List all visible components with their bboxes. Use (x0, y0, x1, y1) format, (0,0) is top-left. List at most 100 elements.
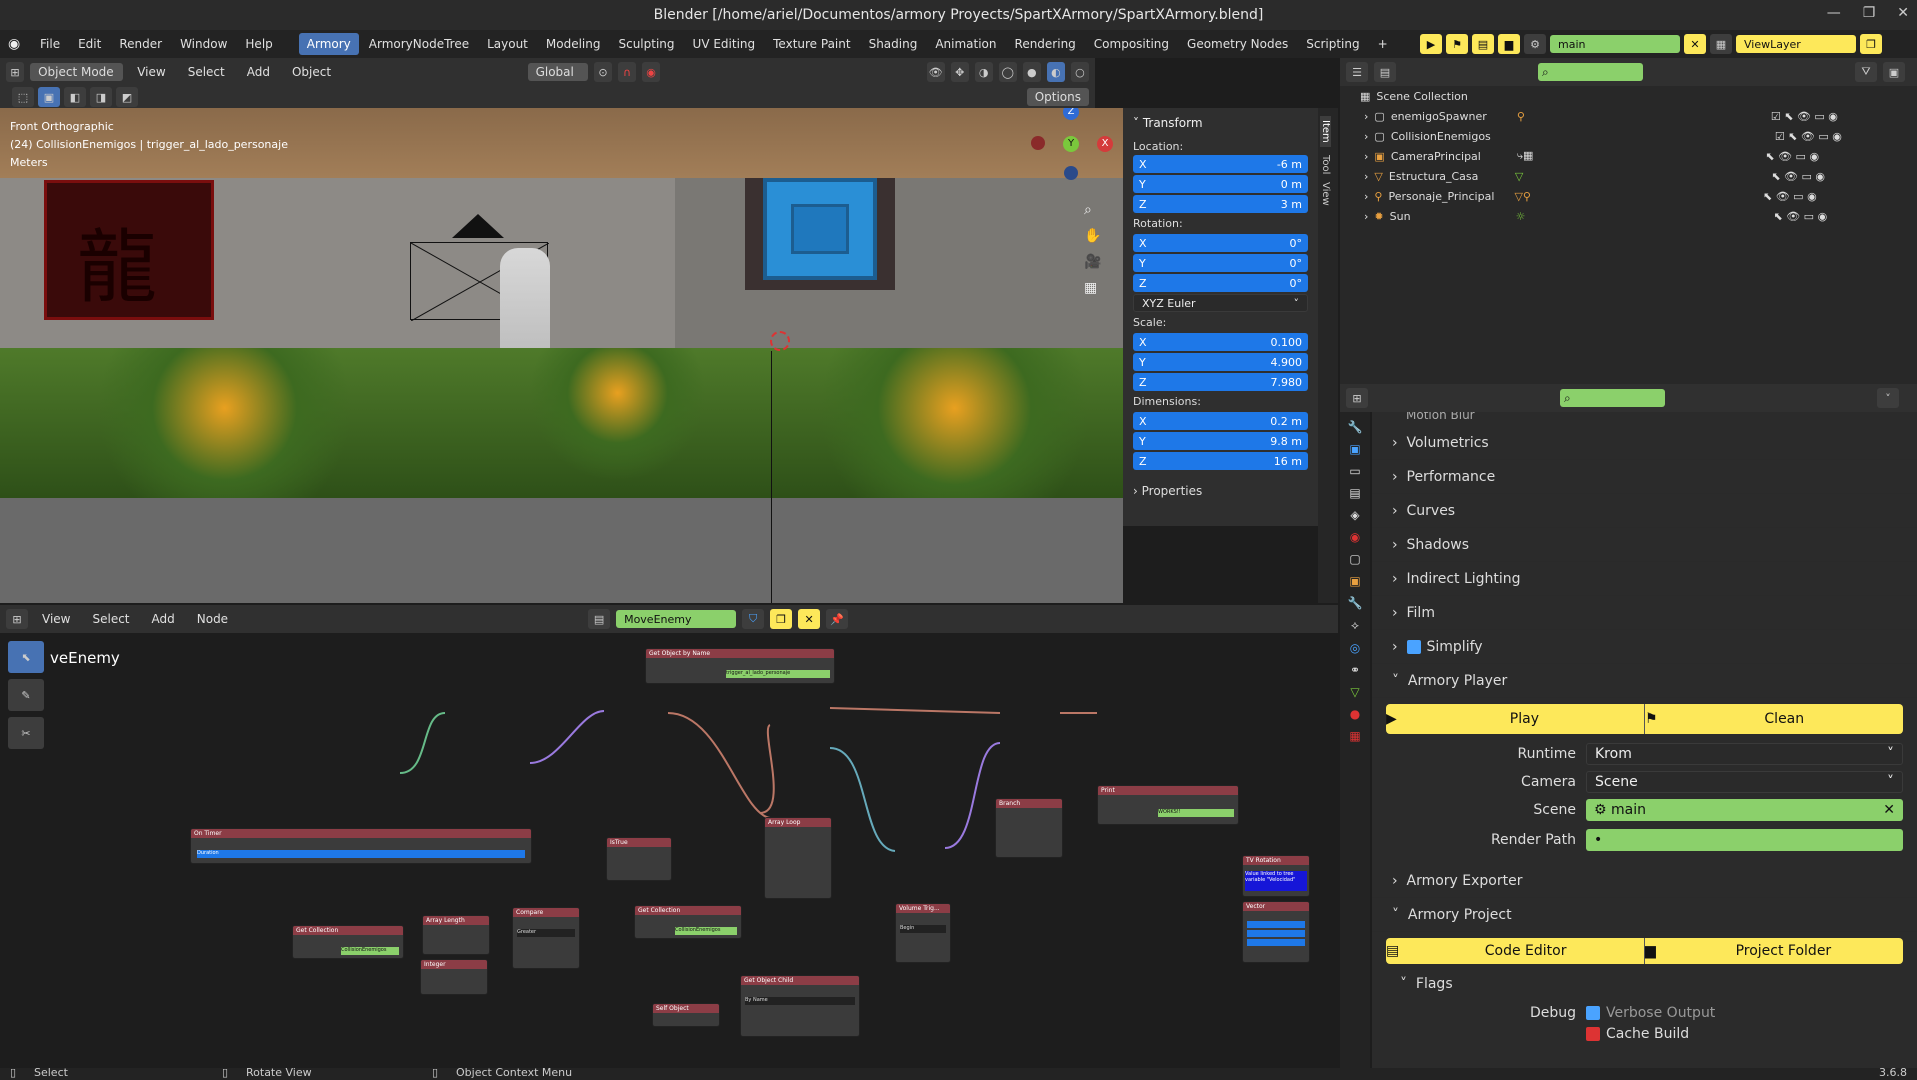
render-path-field[interactable]: • (1586, 829, 1903, 851)
play-button[interactable]: ▶ Play (1386, 704, 1645, 734)
outliner-item-enemigospawner[interactable]: › ▢ enemigoSpawner ⚲ ☑ ⬉ 👁 ▭ ◉ (1340, 106, 1917, 126)
node-branch[interactable]: Branch (995, 798, 1063, 858)
flags-subsection[interactable]: ˅ Flags (1386, 968, 1903, 1000)
section-volumetrics[interactable]: › Volumetrics (1372, 426, 1917, 460)
section-curves[interactable]: › Curves (1372, 494, 1917, 528)
node-tree-type-icon[interactable]: ▤ (588, 609, 611, 629)
node-field[interactable]: Begin (900, 925, 946, 933)
tab-armory[interactable]: Armory (298, 33, 359, 55)
pivot-icon[interactable]: ⊙ (593, 62, 612, 82)
select-mode-invert-icon[interactable]: ◩ (116, 87, 138, 107)
gizmo-icon[interactable]: ✥ (950, 62, 969, 82)
rotation-mode-dropdown[interactable]: XYZ Euler ˅ (1133, 294, 1308, 312)
row-visibility-controls[interactable]: ⬉ 👁 ▭ ◉ (1765, 150, 1819, 163)
tab-sculpting[interactable]: Sculpting (610, 33, 682, 55)
world-tab-icon[interactable]: ◉ (1350, 530, 1360, 544)
row-visibility-controls[interactable]: ☑ ⬉ 👁 ▭ ◉ (1775, 130, 1842, 143)
ortho-grid-icon[interactable]: ▦ (1084, 280, 1101, 296)
node-get-object-by-name[interactable]: Get Object by Name trigger_al_lado_person… (645, 648, 835, 684)
outliner-item-collisionenemigos[interactable]: › ▢ CollisionEnemigos ☑ ⬉ 👁 ▭ ◉ (1340, 126, 1917, 146)
section-armory-project[interactable]: ˅ Armory Project (1372, 898, 1917, 932)
fake-user-shield-icon[interactable]: ⛉ (742, 609, 765, 629)
expand-arrow-icon[interactable]: › (1364, 130, 1368, 143)
gizmo-y-axis[interactable]: Y (1063, 136, 1079, 152)
material-shading-icon[interactable]: ◐ (1046, 62, 1065, 82)
node-vector[interactable]: Vector (1242, 901, 1310, 963)
gizmo-neg-z[interactable] (1064, 166, 1078, 180)
tab-uv-editing[interactable]: UV Editing (685, 33, 764, 55)
close-scene-icon[interactable]: ✕ (1684, 34, 1706, 54)
node-field[interactable]: trigger_al_lado_personaje (726, 670, 830, 678)
properties-search-field[interactable]: ⌕ (1560, 389, 1665, 407)
physics-tab-icon[interactable]: ◎ (1350, 641, 1360, 655)
folder-icon[interactable]: ▆ (1498, 34, 1520, 54)
view-layer-tab-icon[interactable]: ▤ (1349, 486, 1360, 500)
menu-help[interactable]: Help (237, 34, 280, 54)
navigation-gizmo[interactable]: Z Y X (1025, 108, 1115, 192)
tab-tool[interactable]: Tool (1320, 155, 1331, 174)
menu-render[interactable]: Render (111, 34, 170, 54)
duplicate-tree-icon[interactable]: ❐ (770, 609, 793, 629)
section-indirect-lighting[interactable]: › Indirect Lighting (1372, 562, 1917, 596)
proportional-edit-icon[interactable]: ◉ (642, 62, 661, 82)
outliner-search-field[interactable]: ⌕ (1538, 63, 1643, 81)
tab-scripting[interactable]: Scripting (1298, 33, 1367, 55)
render-tab-icon[interactable]: ▣ (1349, 442, 1360, 456)
rotation-y-field[interactable]: Y 0° (1133, 254, 1308, 272)
node-tv-rotation[interactable]: TV Rotation Value linked to tree variable… (1242, 855, 1310, 897)
tab-modeling[interactable]: Modeling (538, 33, 609, 55)
node-print[interactable]: Print WORKS!! (1097, 785, 1239, 825)
properties-editor-type-icon[interactable]: ⊞ (1346, 388, 1368, 408)
scene-type-icon[interactable]: ⚙ (1524, 34, 1546, 54)
maximize-button[interactable]: ❐ (1863, 5, 1876, 21)
vector-y-field[interactable] (1247, 930, 1305, 937)
node-array-loop[interactable]: Array Loop (764, 817, 832, 899)
display-mode-icon[interactable]: ▤ (1374, 62, 1396, 82)
select-mode-extend-icon[interactable]: ◧ (64, 87, 86, 107)
node-volume-trigger[interactable]: Volume Trig... Begin (895, 903, 951, 963)
viewport-menu-select[interactable]: Select (180, 62, 233, 82)
unlink-tree-icon[interactable]: ✕ (798, 609, 821, 629)
camera-dropdown[interactable]: Scene ˅ (1586, 771, 1903, 793)
row-visibility-controls[interactable]: ⬉ 👁 ▭ ◉ (1774, 210, 1828, 223)
add-workspace-button[interactable]: + (1370, 33, 1396, 55)
tab-animation[interactable]: Animation (927, 33, 1004, 55)
node-get-collection-2[interactable]: Get Collection CollisionEnemigos (634, 905, 742, 939)
outliner-item-cameraprincipal[interactable]: › ▣ CameraPrincipal ⤷▦ ⬉ 👁 ▭ ◉ (1340, 146, 1917, 166)
close-window-button[interactable]: ✕ (1897, 5, 1909, 21)
cache-build-checkbox[interactable] (1586, 1027, 1600, 1041)
node-field[interactable]: Greater (517, 929, 575, 937)
node-tree-name-field[interactable]: MoveEnemy (616, 610, 737, 628)
verbose-checkbox[interactable] (1586, 1006, 1600, 1020)
object-tab-icon[interactable]: ▣ (1349, 574, 1360, 588)
visibility-icon[interactable]: 👁 (926, 62, 945, 82)
snap-icon[interactable]: ∩ (617, 62, 637, 82)
menu-window[interactable]: Window (172, 34, 235, 54)
node-field[interactable]: CollisionEnemigos (675, 927, 737, 935)
solid-shading-icon[interactable]: ● (1022, 62, 1041, 82)
rendered-shading-icon[interactable]: ○ (1070, 62, 1090, 82)
outliner-item-sun[interactable]: › ✹ Sun ☼ ⬉ 👁 ▭ ◉ (1340, 206, 1917, 226)
scene-tab-icon[interactable]: ◈ (1350, 508, 1359, 522)
viewport-menu-view[interactable]: View (129, 62, 173, 82)
select-mode-subtract-icon[interactable]: ◨ (90, 87, 112, 107)
mode-dropdown[interactable]: Object Mode (30, 63, 124, 81)
scene-selector[interactable]: main (1550, 35, 1680, 53)
node-is-true[interactable]: IsTrue (606, 837, 672, 881)
outliner-item-personaje-principal[interactable]: › ⚲ Personaje_Principal ▽⚲ ⬉ 👁 ▭ ◉ (1340, 186, 1917, 206)
section-simplify[interactable]: › Simplify (1372, 630, 1917, 664)
location-x-field[interactable]: X -6 m (1133, 155, 1308, 173)
tab-geometry-nodes[interactable]: Geometry Nodes (1179, 33, 1296, 55)
pin-icon[interactable]: 📌 (826, 609, 849, 629)
node-field[interactable]: By Name (745, 997, 855, 1005)
rotation-z-field[interactable]: Z 0° (1133, 274, 1308, 292)
node-field[interactable]: WORKS!! (1158, 809, 1234, 817)
minimize-button[interactable]: — (1827, 5, 1841, 21)
clear-scene-icon[interactable]: ✕ (1883, 802, 1895, 818)
outliner-item-estructura-casa[interactable]: › ▽ Estructura_Casa ▽ ⬉ 👁 ▭ ◉ (1340, 166, 1917, 186)
section-armory-player[interactable]: ˅ Armory Player (1372, 664, 1917, 698)
motion-blur-partial[interactable]: Motion Blur (1372, 412, 1917, 426)
tab-layout[interactable]: Layout (479, 33, 536, 55)
properties-subpanel[interactable]: › Properties (1123, 470, 1318, 512)
dimension-z-field[interactable]: Z 16 m (1133, 452, 1308, 470)
